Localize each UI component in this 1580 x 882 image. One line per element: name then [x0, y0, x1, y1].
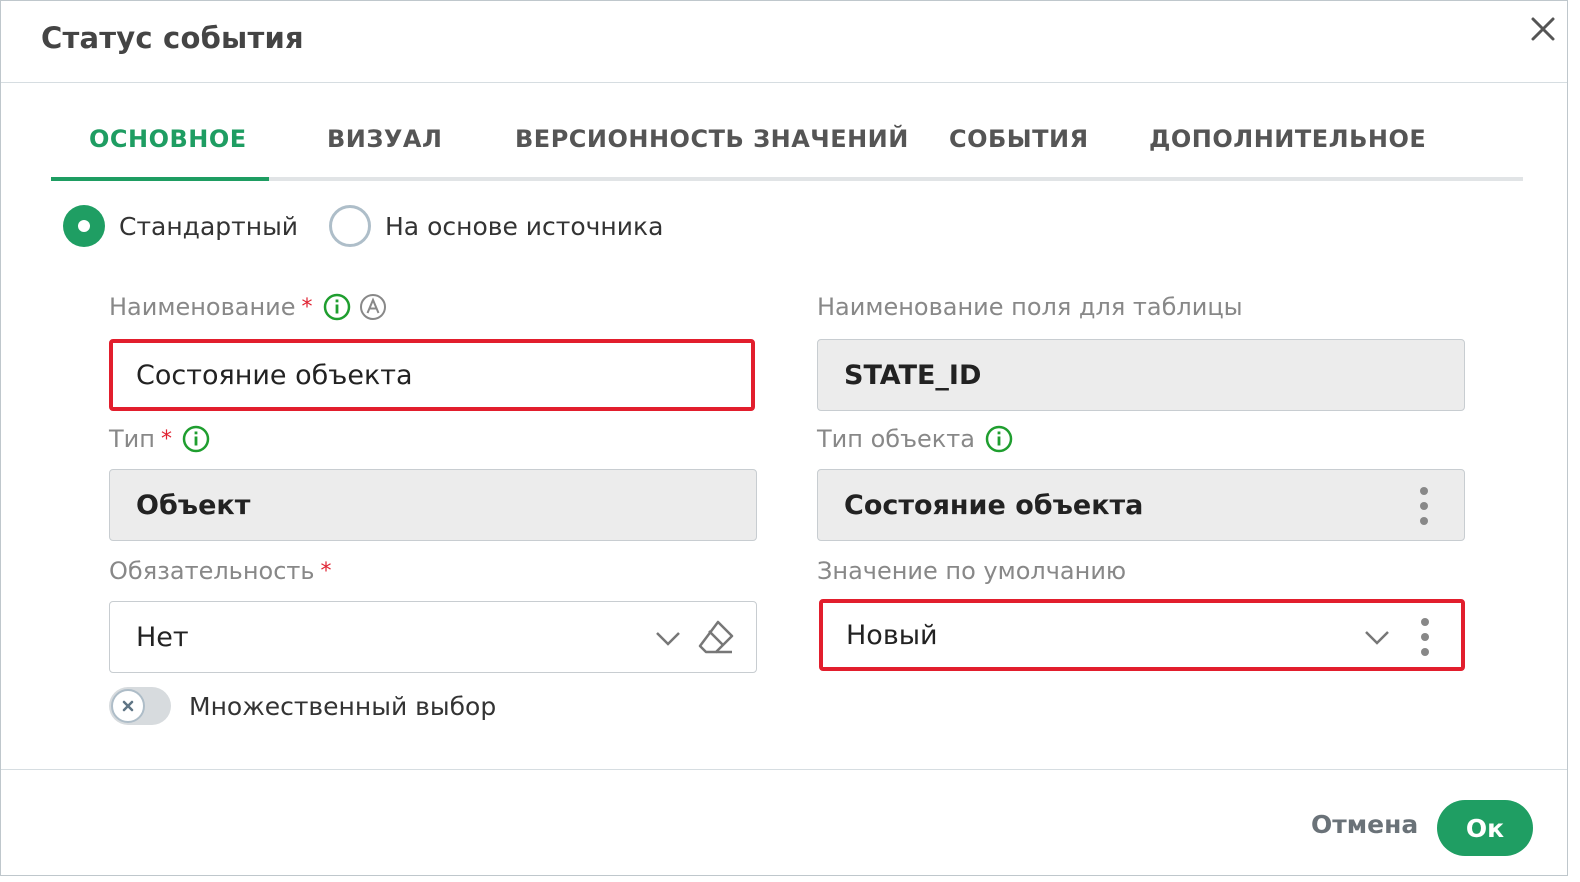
multiple-choice-toggle[interactable]	[109, 687, 171, 725]
info-icon[interactable]	[323, 293, 351, 321]
default-value-value: Новый	[846, 619, 938, 651]
table-field-name-input[interactable]: STATE_ID	[817, 339, 1465, 411]
x-icon	[122, 700, 134, 712]
multiple-choice-row: Множественный выбор	[109, 687, 496, 725]
object-type-label-row: Тип объекта	[817, 425, 1013, 453]
default-value-label: Значение по умолчанию	[817, 557, 1127, 585]
radio-source-based[interactable]: На основе источника	[329, 205, 663, 247]
object-type-value: Состояние объекта	[844, 489, 1144, 521]
table-field-name-label: Наименование поля для таблицы	[817, 293, 1243, 321]
radio-checked-icon	[63, 205, 105, 247]
required-mark: *	[160, 426, 172, 452]
dialog-title: Статус события	[41, 21, 304, 55]
radio-standard-label: Стандартный	[119, 211, 299, 241]
tab-bar: ОСНОВНОЕ ВИЗУАЛ ВЕРСИОННОСТЬ ЗНАЧЕНИЙ СО…	[51, 101, 1523, 181]
obligation-select[interactable]: Нет	[109, 601, 757, 673]
event-status-dialog: Статус события ОСНОВНОЕ ВИЗУАЛ ВЕРСИОННО…	[0, 0, 1568, 876]
close-icon	[1531, 17, 1555, 41]
obligation-label-row: Обязательность *	[109, 557, 332, 585]
tab-events[interactable]: СОБЫТИЯ	[949, 125, 1089, 153]
tab-basic[interactable]: ОСНОВНОЕ	[89, 125, 247, 153]
info-icon[interactable]	[182, 425, 210, 453]
tab-additional[interactable]: ДОПОЛНИТЕЛЬНОЕ	[1149, 125, 1426, 153]
object-type-input[interactable]: Состояние объекта	[817, 469, 1465, 541]
info-icon[interactable]	[985, 425, 1013, 453]
tab-value-versioning[interactable]: ВЕРСИОННОСТЬ ЗНАЧЕНИЙ	[515, 125, 909, 153]
name-label: Наименование	[109, 293, 296, 321]
tab-visual[interactable]: ВИЗУАЛ	[327, 125, 442, 153]
more-vertical-icon[interactable]	[1419, 617, 1431, 657]
active-tab-indicator	[51, 177, 269, 181]
required-mark: *	[320, 558, 332, 584]
name-value: Состояние объекта	[136, 359, 413, 391]
toggle-knob	[111, 689, 145, 723]
obligation-value: Нет	[136, 621, 189, 653]
type-value: Объект	[136, 489, 251, 521]
name-label-row: Наименование *	[109, 293, 387, 321]
radio-unchecked-icon	[329, 205, 371, 247]
radio-source-based-label: На основе источника	[385, 211, 664, 241]
chevron-down-icon[interactable]	[654, 628, 682, 648]
radio-standard[interactable]: Стандартный	[63, 205, 298, 247]
required-mark: *	[301, 294, 313, 320]
dialog-header: Статус события	[1, 1, 1567, 83]
default-value-label-row: Значение по умолчанию	[817, 557, 1126, 585]
table-field-name-label-row: Наименование поля для таблицы	[817, 293, 1243, 321]
dialog-footer: Отмена Ок	[1, 769, 1567, 877]
default-value-select[interactable]: Новый	[819, 599, 1465, 671]
type-input[interactable]: Объект	[109, 469, 757, 541]
name-input[interactable]: Состояние объекта	[109, 339, 755, 411]
table-field-name-value: STATE_ID	[844, 359, 982, 391]
obligation-label: Обязательность	[109, 557, 315, 585]
type-label-row: Тип *	[109, 425, 210, 453]
localization-icon[interactable]	[359, 293, 387, 321]
object-type-label: Тип объекта	[817, 425, 975, 453]
close-button[interactable]	[1525, 11, 1561, 47]
eraser-icon[interactable]	[696, 618, 736, 658]
ok-button[interactable]: Ок	[1437, 800, 1533, 856]
type-label: Тип	[109, 425, 155, 453]
more-vertical-icon[interactable]	[1418, 486, 1430, 526]
cancel-button[interactable]: Отмена	[1311, 810, 1418, 839]
chevron-down-icon[interactable]	[1363, 627, 1391, 647]
multiple-choice-label: Множественный выбор	[189, 691, 497, 721]
